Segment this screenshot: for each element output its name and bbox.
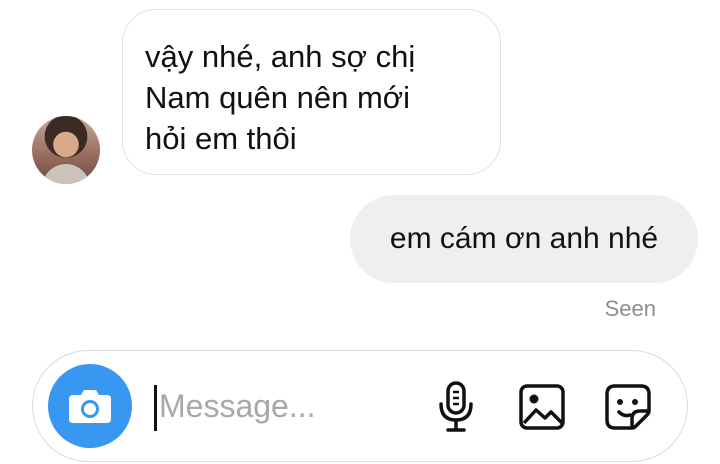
sender-avatar[interactable] bbox=[32, 116, 100, 184]
message-composer: Message... bbox=[32, 350, 688, 462]
sticker-button[interactable] bbox=[603, 379, 653, 435]
seen-status: Seen bbox=[604, 296, 656, 321]
microphone-button[interactable] bbox=[431, 379, 481, 435]
text-cursor bbox=[154, 385, 157, 431]
incoming-message-line-1: vậy nhé, anh sợ chị bbox=[145, 39, 416, 74]
camera-button[interactable] bbox=[48, 364, 132, 448]
gallery-button[interactable] bbox=[517, 379, 567, 435]
avatar-shirt bbox=[42, 164, 90, 184]
incoming-message-line-2: Nam quên nên mới bbox=[145, 80, 411, 115]
gallery-icon bbox=[519, 384, 565, 430]
camera-icon bbox=[69, 390, 111, 423]
sticker-icon bbox=[605, 384, 651, 430]
incoming-message-line-3: hỏi em thôi bbox=[145, 121, 297, 156]
outgoing-message-bubble[interactable]: em cám ơn anh nhé bbox=[350, 195, 698, 283]
outgoing-message-text: em cám ơn anh nhé bbox=[389, 222, 659, 255]
microphone-icon bbox=[439, 381, 473, 432]
incoming-message-bubble[interactable]: vậy nhé, anh sợ chị Nam quên nên mới hỏi… bbox=[122, 9, 501, 175]
message-input[interactable]: Message... bbox=[159, 388, 316, 425]
